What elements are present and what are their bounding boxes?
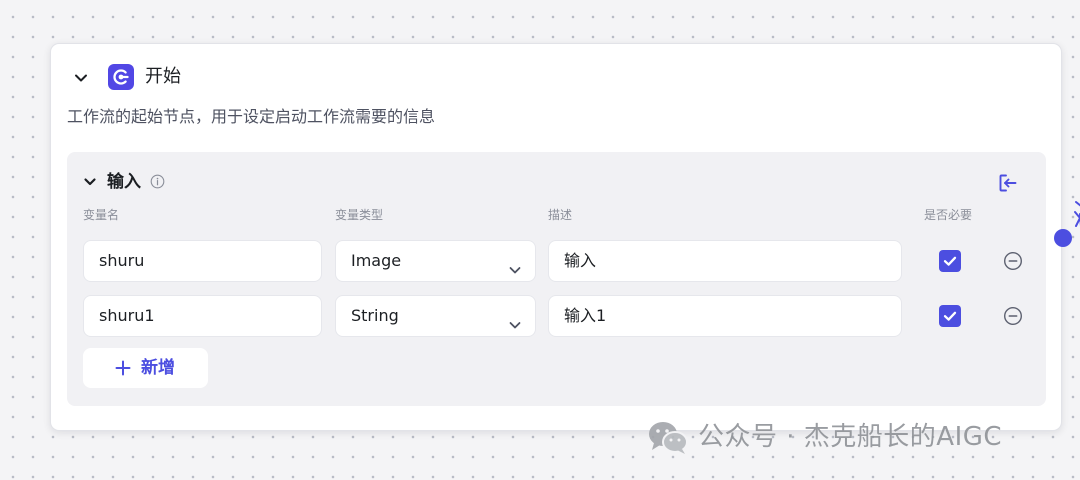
variable-description-input[interactable]: 输入 bbox=[548, 240, 902, 282]
start-node-icon bbox=[108, 64, 134, 90]
minus-circle-icon[interactable] bbox=[1003, 251, 1023, 271]
chevron-down-icon bbox=[507, 308, 523, 329]
node-title: 开始 bbox=[145, 66, 181, 87]
column-header-type: 变量类型 bbox=[335, 208, 384, 222]
import-icon[interactable] bbox=[997, 172, 1019, 194]
variable-name-input[interactable]: shuru1 bbox=[83, 295, 322, 337]
chevron-down-icon[interactable] bbox=[71, 68, 91, 88]
add-button-label: 新增 bbox=[141, 358, 175, 378]
required-checkbox[interactable] bbox=[939, 305, 961, 327]
required-checkbox[interactable] bbox=[939, 250, 961, 272]
watermark-text: 公众号 · 杰克船长的AIGC bbox=[698, 422, 1003, 452]
input-section: 输入 变量名 变量类型 描述 是否必要 shuru Image 输入 shuru… bbox=[67, 152, 1046, 406]
variable-type-value: Image bbox=[351, 251, 402, 270]
chevron-down-icon[interactable] bbox=[81, 173, 99, 191]
variable-type-value: String bbox=[351, 306, 399, 325]
column-header-required: 是否必要 bbox=[924, 208, 973, 222]
clipped-edge-icon bbox=[1074, 196, 1080, 244]
wechat-icon bbox=[646, 417, 690, 457]
minus-circle-icon[interactable] bbox=[1003, 306, 1023, 326]
variable-name-input[interactable]: shuru bbox=[83, 240, 322, 282]
variable-row: shuru Image 输入 bbox=[67, 240, 1046, 282]
add-variable-button[interactable]: 新增 bbox=[83, 348, 208, 388]
variable-type-select[interactable]: String bbox=[335, 295, 536, 337]
info-icon[interactable] bbox=[150, 174, 165, 189]
node-description: 工作流的起始节点，用于设定启动工作流需要的信息 bbox=[67, 107, 436, 126]
chevron-down-icon bbox=[507, 253, 523, 274]
column-header-description: 描述 bbox=[548, 208, 573, 222]
start-node-card[interactable]: 开始 工作流的起始节点，用于设定启动工作流需要的信息 输入 变量名 变量类型 描… bbox=[50, 43, 1062, 431]
variable-type-select[interactable]: Image bbox=[335, 240, 536, 282]
plus-icon bbox=[114, 359, 132, 377]
variable-description-input[interactable]: 输入1 bbox=[548, 295, 902, 337]
variable-row: shuru1 String 输入1 bbox=[67, 295, 1046, 337]
column-header-name: 变量名 bbox=[83, 208, 120, 222]
section-title: 输入 bbox=[107, 172, 141, 192]
output-port-handle[interactable] bbox=[1054, 229, 1072, 247]
